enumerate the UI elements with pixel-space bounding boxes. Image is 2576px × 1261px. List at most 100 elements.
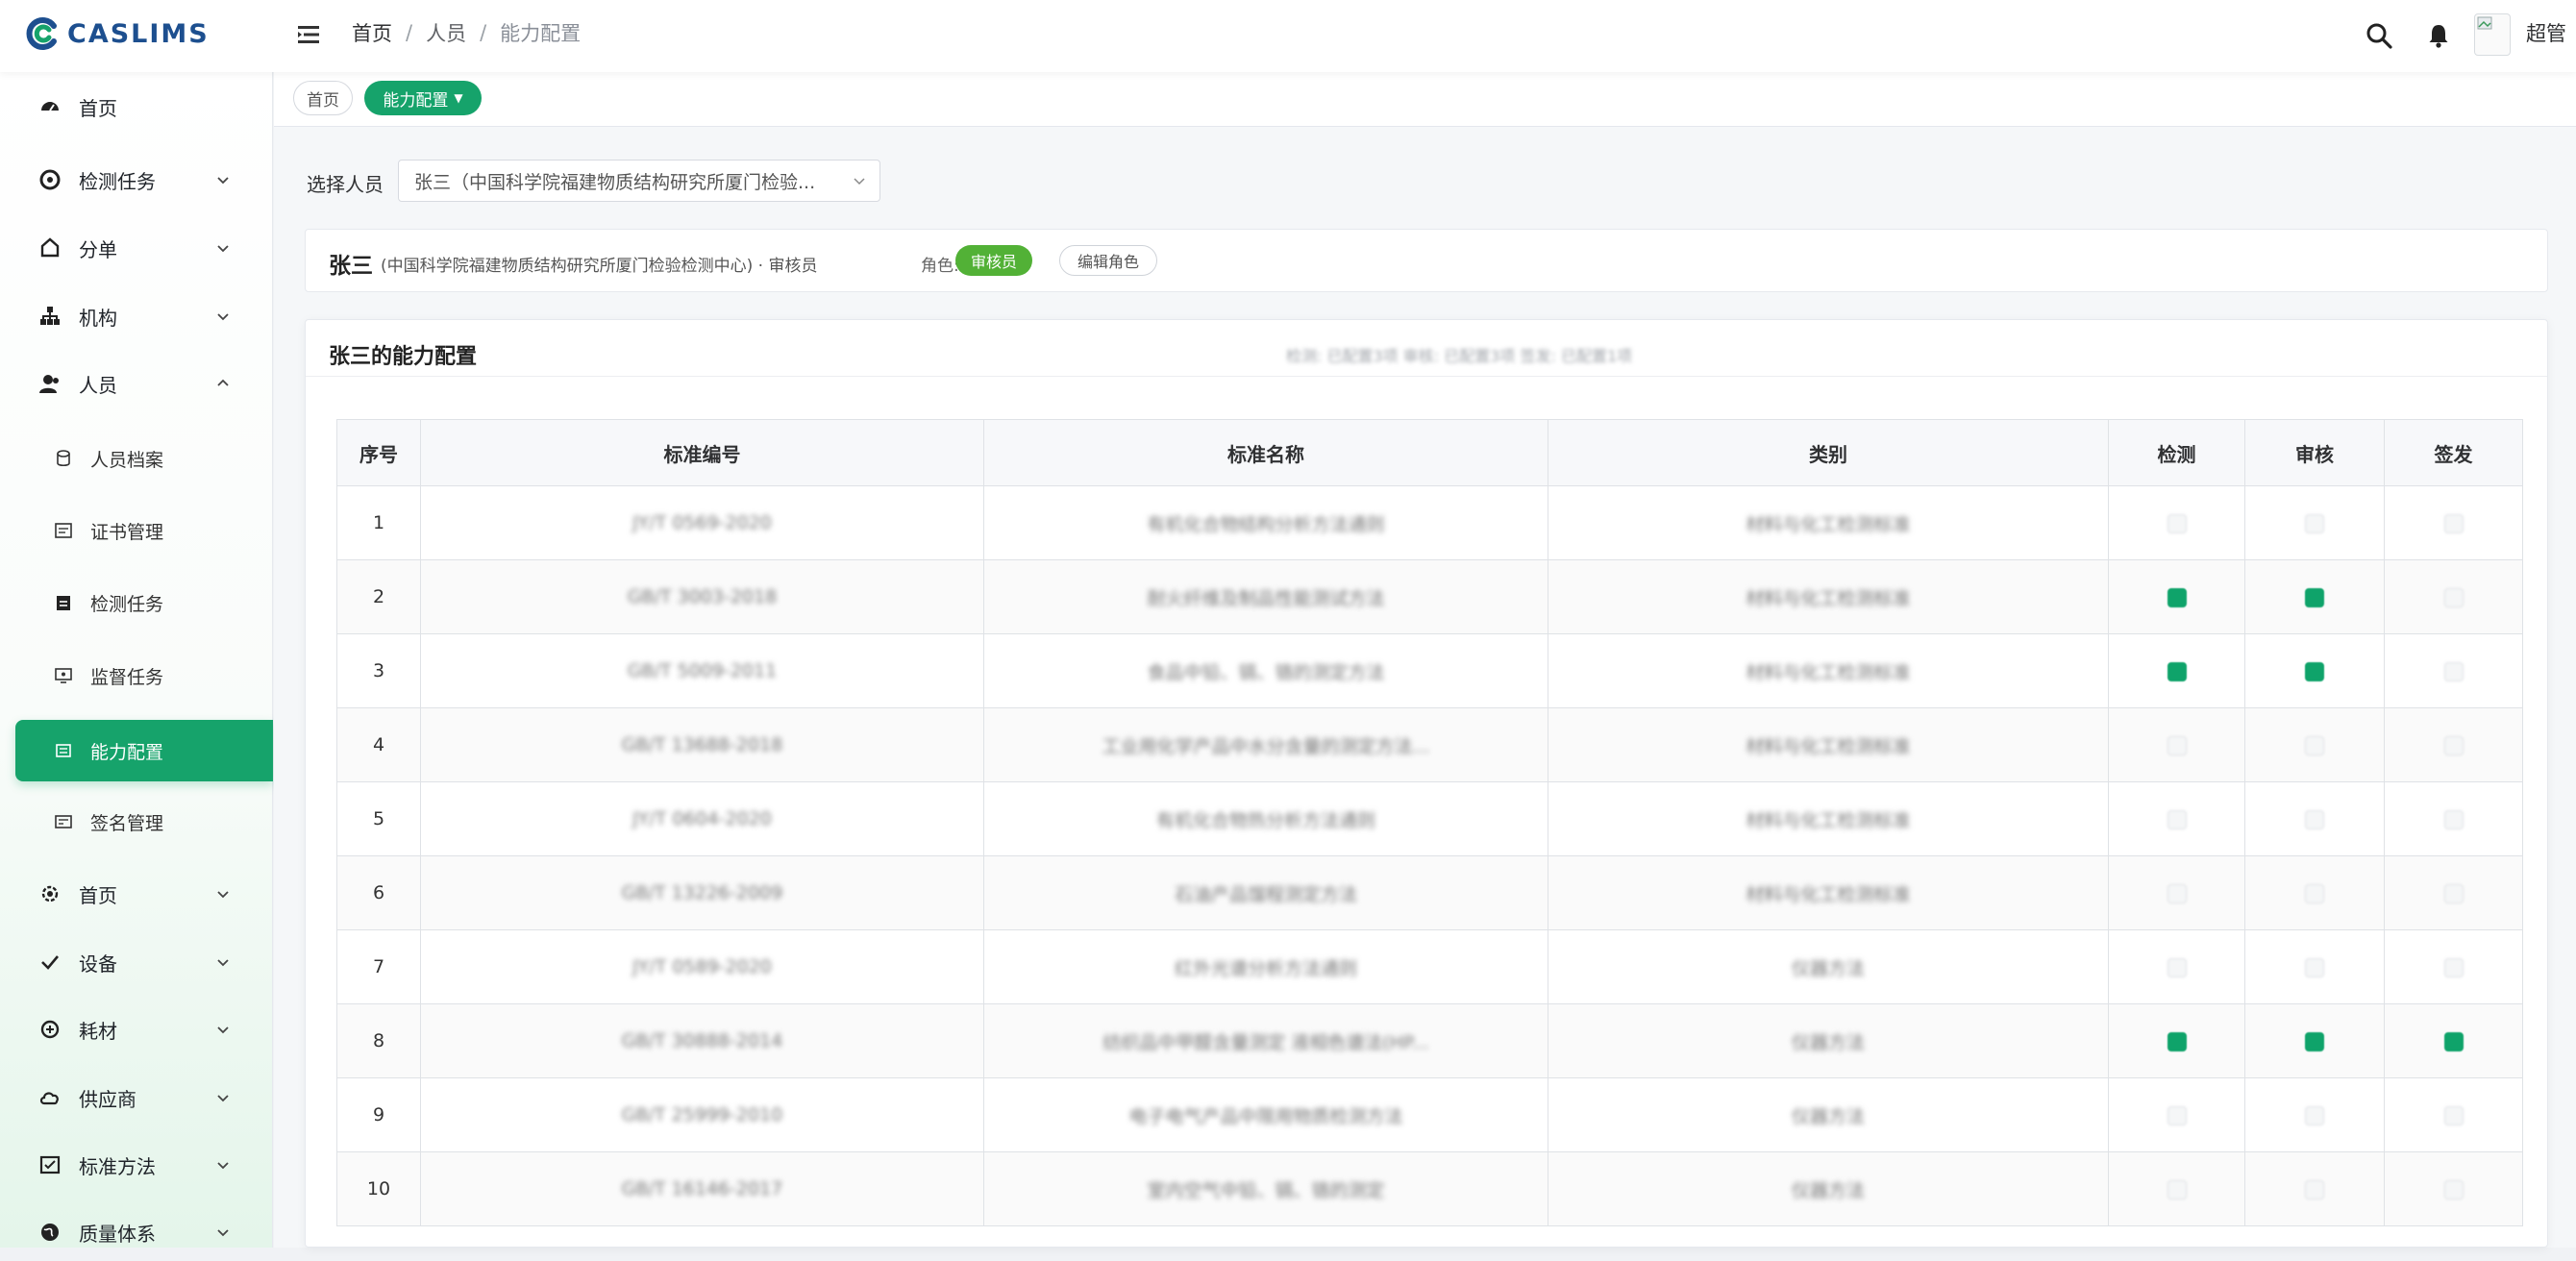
cell-name-text: 有机化合物热分析方法通则 bbox=[1155, 809, 1375, 831]
chevron-down-icon bbox=[217, 313, 229, 321]
cell-category-text: 材料与化工检测标准 bbox=[1746, 735, 1911, 757]
review-checkbox[interactable] bbox=[2305, 661, 2324, 681]
sidebar-item-quality-system[interactable]: 质量体系 bbox=[0, 1203, 273, 1261]
detect-checkbox[interactable] bbox=[2167, 883, 2187, 903]
sidebar-item-signature[interactable]: 签名管理 bbox=[0, 793, 273, 851]
sidebar-item-standard-method[interactable]: 标准方法 bbox=[0, 1136, 273, 1194]
cell-code-text: GB/T 5009-2011 bbox=[627, 660, 778, 681]
avatar[interactable] bbox=[2474, 13, 2511, 56]
review-checkbox[interactable] bbox=[2305, 1179, 2324, 1199]
cell-no-text: 5 bbox=[372, 808, 385, 829]
cell-review bbox=[2244, 781, 2385, 856]
breadcrumb-people[interactable]: 人员 bbox=[426, 18, 466, 47]
issue-checkbox[interactable] bbox=[2443, 809, 2464, 829]
cell-no: 3 bbox=[336, 633, 421, 708]
person-org: (中国科学院福建物质结构研究所厦门检验检测中心) · 审核员 bbox=[381, 257, 818, 276]
cell-review bbox=[2244, 1151, 2385, 1226]
cell-issue bbox=[2384, 1151, 2523, 1226]
sidebar-item-supplier[interactable]: 供应商 bbox=[0, 1069, 273, 1126]
review-checkbox[interactable] bbox=[2305, 1105, 2324, 1125]
detect-checkbox[interactable] bbox=[2167, 957, 2187, 977]
sidebar-item-label: 检测任务 bbox=[90, 593, 164, 615]
issue-checkbox[interactable] bbox=[2443, 883, 2464, 903]
review-checkbox[interactable] bbox=[2305, 513, 2324, 533]
sidebar-item-org[interactable]: 机构 bbox=[0, 287, 273, 345]
issue-checkbox[interactable] bbox=[2443, 1031, 2464, 1051]
cell-category: 材料与化工检测标准 bbox=[1548, 781, 2109, 856]
issue-checkbox[interactable] bbox=[2443, 1105, 2464, 1125]
panel-summary: 检测: 已配置3项 审核: 已配置3项 签发: 已配置1项 bbox=[1286, 347, 1633, 365]
cell-detect bbox=[2108, 929, 2245, 1004]
cell-code-text: GB/T 13688-2018 bbox=[621, 734, 783, 755]
cell-code: GB/T 5009-2011 bbox=[420, 633, 984, 708]
cell-review bbox=[2244, 633, 2385, 708]
sidebar-item-material[interactable]: 耗材 bbox=[0, 1001, 273, 1058]
cell-detect bbox=[2108, 1077, 2245, 1152]
cell-code: JY/T 0604-2020 bbox=[420, 781, 984, 856]
person-select[interactable]: 张三（中国科学院福建物质结构研究所厦门检验... bbox=[398, 160, 880, 202]
review-checkbox[interactable] bbox=[2305, 587, 2324, 607]
review-checkbox[interactable] bbox=[2305, 883, 2324, 903]
chevron-down-icon bbox=[217, 1162, 229, 1170]
sidebar-item-split[interactable]: 分单 bbox=[0, 219, 273, 277]
detect-checkbox[interactable] bbox=[2167, 809, 2187, 829]
review-checkbox[interactable] bbox=[2305, 809, 2324, 829]
sidebar-item-home[interactable]: 首页 bbox=[0, 78, 273, 136]
tag-home[interactable]: 首页 bbox=[293, 81, 353, 115]
detect-checkbox[interactable] bbox=[2167, 735, 2187, 755]
cell-review bbox=[2244, 485, 2385, 560]
person-select-value: 张三（中国科学院福建物质结构研究所厦门检验... bbox=[414, 171, 816, 193]
sidebar-item-supervise-task[interactable]: 监督任务 bbox=[0, 647, 273, 705]
sidebar-item-test-task[interactable]: 检测任务 bbox=[0, 151, 273, 209]
detect-checkbox[interactable] bbox=[2167, 513, 2187, 533]
sidebar-item-home-2[interactable]: 首页 bbox=[0, 865, 273, 923]
sidebar-item-equipment[interactable]: 设备 bbox=[0, 933, 273, 991]
cell-issue bbox=[2384, 1077, 2523, 1152]
review-checkbox[interactable] bbox=[2305, 957, 2324, 977]
edit-role-button[interactable]: 编辑角色 bbox=[1059, 245, 1157, 276]
tag-label: 能力配置 bbox=[383, 90, 449, 111]
task-icon bbox=[39, 169, 61, 190]
breadcrumb-home[interactable]: 首页 bbox=[352, 18, 392, 47]
detect-checkbox[interactable] bbox=[2167, 1179, 2187, 1199]
cell-name: 工业用化学产品中水分含量的测定方法... bbox=[983, 707, 1548, 782]
sidebar-item-people-archive[interactable]: 人员档案 bbox=[0, 430, 273, 487]
issue-checkbox[interactable] bbox=[2443, 735, 2464, 755]
table-row: 6 GB/T 13226-2009 石油产品馏程测定方法 材料与化工检测标准 bbox=[336, 855, 2523, 930]
cell-issue bbox=[2384, 485, 2523, 560]
user-name[interactable]: 超管 bbox=[2526, 18, 2566, 47]
issue-checkbox[interactable] bbox=[2443, 1179, 2464, 1199]
cell-code: GB/T 13226-2009 bbox=[420, 855, 984, 930]
detect-checkbox[interactable] bbox=[2167, 1105, 2187, 1125]
detect-checkbox[interactable] bbox=[2167, 587, 2187, 607]
search-icon[interactable] bbox=[2365, 21, 2393, 50]
issue-checkbox[interactable] bbox=[2443, 957, 2464, 977]
cell-code: JY/T 0589-2020 bbox=[420, 929, 984, 1004]
sidebar-item-label: 人员 bbox=[79, 373, 117, 397]
sidebar-item-detection-task[interactable]: 检测任务 bbox=[0, 574, 273, 631]
detect-checkbox[interactable] bbox=[2167, 661, 2187, 681]
bell-icon[interactable] bbox=[2424, 21, 2453, 50]
cell-code: GB/T 25999-2010 bbox=[420, 1077, 984, 1152]
sidebar-item-capability-config[interactable]: 能力配置 bbox=[15, 720, 273, 781]
issue-checkbox[interactable] bbox=[2443, 513, 2464, 533]
col-header-issue: 签发 bbox=[2384, 419, 2523, 486]
review-checkbox[interactable] bbox=[2305, 1031, 2324, 1051]
issue-checkbox[interactable] bbox=[2443, 661, 2464, 681]
cell-detect bbox=[2108, 781, 2245, 856]
cell-no-text: 4 bbox=[372, 734, 385, 755]
sidebar-item-people[interactable]: 人员 bbox=[0, 355, 273, 412]
cell-issue bbox=[2384, 855, 2523, 930]
menu-toggle-icon[interactable] bbox=[296, 21, 323, 48]
sidebar-item-certificate[interactable]: 证书管理 bbox=[0, 502, 273, 559]
review-checkbox[interactable] bbox=[2305, 735, 2324, 755]
detect-checkbox[interactable] bbox=[2167, 1031, 2187, 1051]
cloud-icon bbox=[39, 1092, 59, 1105]
tag-capability-config[interactable]: 能力配置 ▼ bbox=[364, 81, 482, 115]
top-header: CASLIMS 首页 / 人员 / 能力配置 超管 bbox=[0, 0, 2576, 72]
app-logo[interactable]: CASLIMS bbox=[25, 16, 210, 51]
issue-checkbox[interactable] bbox=[2443, 587, 2464, 607]
cell-name-text: 有机化合物结构分析方法通则 bbox=[1147, 513, 1385, 535]
cell-no: 10 bbox=[336, 1151, 421, 1226]
sidebar-item-label: 供应商 bbox=[79, 1087, 136, 1111]
